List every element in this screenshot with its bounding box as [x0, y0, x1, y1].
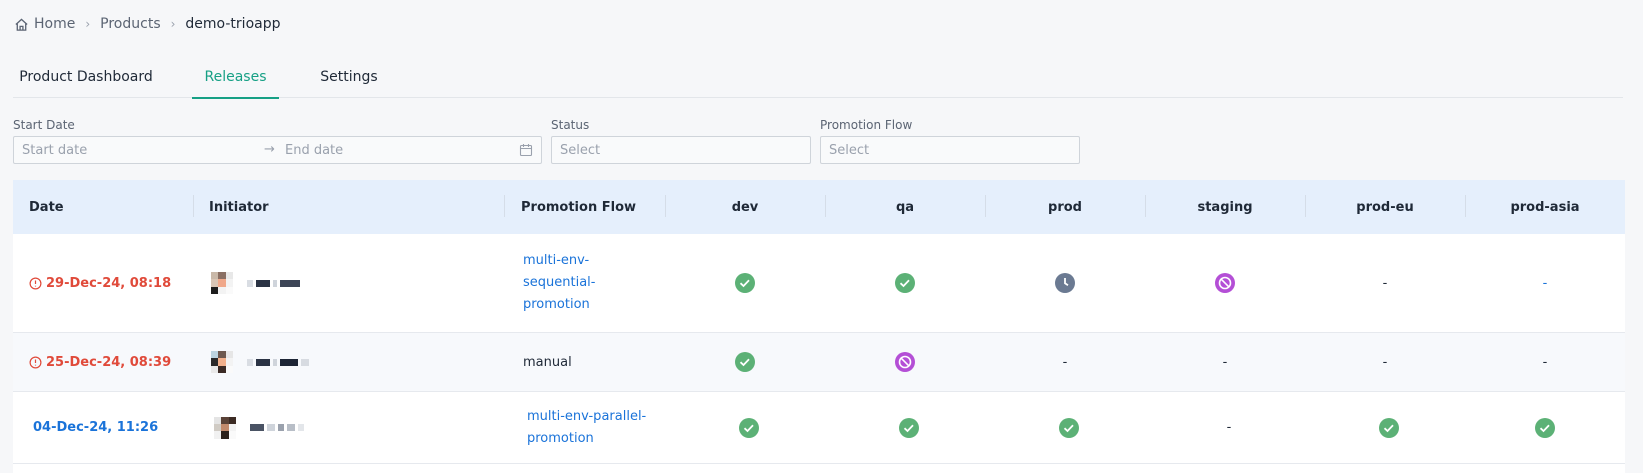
promotion-flow-text: promotion: [523, 297, 590, 312]
promotion-flow-link[interactable]: multi-env-parallel- promotion: [527, 392, 646, 463]
column-header-prod-asia: prod-asia: [1510, 199, 1580, 215]
promotion-flow-text: promotion: [527, 430, 594, 446]
breadcrumb-home-label: Home: [34, 16, 76, 32]
env-status-prod-asia: -: [1542, 354, 1548, 370]
tab-bar: Product Dashboard Releases Settings: [13, 55, 1623, 99]
env-status-prod: -: [1062, 354, 1068, 370]
status-select[interactable]: Select: [551, 136, 811, 164]
breadcrumb: Home › Products › demo-trioapp: [14, 14, 281, 34]
status-select-placeholder: Select: [560, 142, 601, 158]
column-header-initiator: Initiator: [209, 199, 269, 215]
blocked-icon: [895, 352, 915, 372]
check-circle-icon: [1379, 417, 1399, 438]
column-header-qa: qa: [895, 199, 915, 215]
initiator-name-redacted: [247, 358, 309, 366]
release-date[interactable]: 25-Dec-24, 08:39: [29, 333, 171, 391]
avatar: [211, 272, 233, 294]
table-row[interactable]: 25-Dec-24, 08:39 manual - - - -: [13, 333, 1625, 392]
promotion-flow-select-placeholder: Select: [829, 142, 870, 158]
breadcrumb-separator-icon: ›: [170, 17, 176, 31]
promotion-flow-label: Promotion Flow: [820, 118, 913, 132]
check-circle-icon: [735, 352, 755, 372]
column-divider: [504, 195, 505, 217]
env-status-staging: -: [1226, 420, 1232, 435]
env-status-qa[interactable]: [829, 392, 989, 463]
column-header-staging: staging: [1197, 199, 1253, 215]
release-date-text: 29-Dec-24, 08:18: [46, 275, 172, 291]
blocked-icon: [1215, 273, 1235, 293]
column-header-promotion-flow: Promotion Flow: [521, 199, 637, 215]
table-row[interactable]: 04-Dec-24, 11:26 multi-env-parallel- pro…: [13, 392, 1625, 464]
avatar: [211, 351, 233, 373]
column-header-prod: prod: [1048, 199, 1082, 215]
breadcrumb-home[interactable]: Home: [14, 16, 75, 32]
promotion-flow-text: multi-env-parallel-: [527, 408, 647, 424]
promotion-flow-link[interactable]: multi-env- sequential- promotion: [523, 234, 595, 332]
env-status-prod-asia: -: [1542, 275, 1548, 291]
env-status-prod[interactable]: [985, 234, 1145, 332]
initiator-name-redacted: [250, 424, 304, 431]
initiator-name-redacted: [247, 279, 300, 287]
breadcrumb-products[interactable]: Products: [100, 16, 160, 32]
start-date-label: Start Date: [13, 118, 75, 132]
breadcrumb-products-label: Products: [100, 16, 161, 32]
status-label: Status: [551, 118, 590, 132]
table-row[interactable]: 29-Dec-24, 08:18 multi-env- sequential- …: [13, 234, 1625, 333]
clock-icon: [1055, 273, 1075, 293]
warning-icon: [29, 356, 42, 368]
env-status-prod-eu: -: [1382, 275, 1388, 291]
column-header-date: Date: [29, 199, 64, 215]
env-status-staging: -: [1222, 354, 1228, 370]
calendar-icon: [519, 144, 533, 157]
initiator: [211, 234, 300, 332]
avatar: [214, 416, 236, 439]
env-status-prod-eu[interactable]: [1309, 392, 1469, 463]
check-circle-icon: [739, 417, 759, 438]
breadcrumb-separator-icon: ›: [85, 17, 91, 31]
tab-releases[interactable]: Releases: [192, 55, 279, 99]
env-status-dev[interactable]: [669, 392, 829, 463]
env-status-prod-asia[interactable]: [1465, 392, 1625, 463]
env-status-dev[interactable]: [665, 333, 825, 391]
start-date-input[interactable]: Start date: [22, 143, 87, 158]
range-arrow-icon: →: [264, 142, 275, 157]
env-status-dev[interactable]: [665, 234, 825, 332]
column-header-prod-eu: prod-eu: [1356, 199, 1414, 215]
tab-product-dashboard[interactable]: Product Dashboard: [13, 55, 159, 98]
env-status-prod[interactable]: [989, 392, 1149, 463]
env-status-qa[interactable]: [825, 234, 985, 332]
date-range-picker[interactable]: Start date → End date: [13, 136, 542, 164]
column-divider: [193, 195, 194, 217]
check-circle-icon: [899, 417, 919, 438]
column-header-dev: dev: [731, 199, 759, 215]
env-status-staging[interactable]: [1145, 234, 1305, 332]
release-date-text: 25-Dec-24, 08:39: [46, 354, 172, 370]
end-date-input[interactable]: End date: [285, 143, 343, 158]
home-icon: [15, 17, 28, 31]
check-circle-icon: [895, 273, 915, 293]
promotion-flow-text: manual: [523, 354, 572, 370]
release-date[interactable]: 04-Dec-24, 11:26: [33, 392, 158, 463]
check-circle-icon: [1059, 417, 1079, 438]
promotion-flow-text: multi-env-: [523, 253, 590, 268]
initiator: [211, 333, 309, 391]
initiator: [214, 392, 304, 463]
env-status-qa[interactable]: [825, 333, 985, 391]
breadcrumb-current: demo-trioapp: [185, 16, 281, 32]
env-status-prod-eu: -: [1382, 354, 1388, 370]
promotion-flow-select[interactable]: Select: [820, 136, 1080, 164]
check-circle-icon: [735, 273, 755, 293]
releases-table: Date Initiator Promotion Flow dev qa pro…: [13, 180, 1625, 473]
release-date[interactable]: 29-Dec-24, 08:18: [29, 234, 171, 332]
tab-settings[interactable]: Settings: [309, 55, 389, 98]
promotion-flow-text: sequential-: [523, 275, 596, 290]
table-header: Date Initiator Promotion Flow dev qa pro…: [13, 180, 1625, 234]
check-circle-icon: [1535, 417, 1555, 438]
warning-icon: [29, 277, 42, 289]
